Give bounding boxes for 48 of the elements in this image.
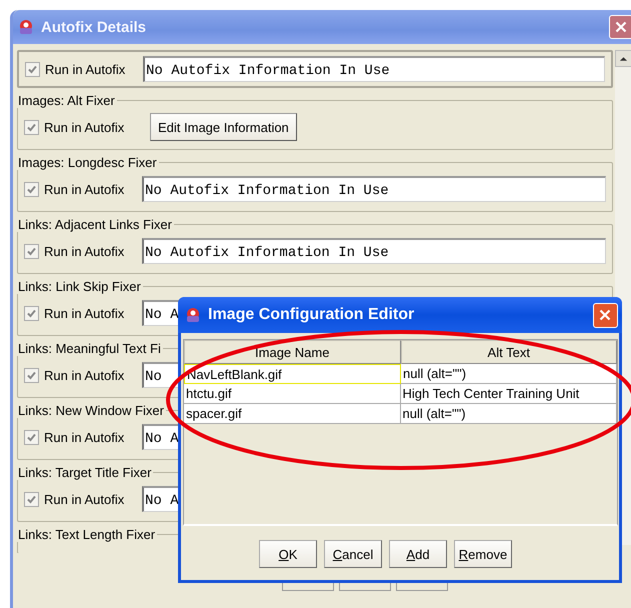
checkbox-label[interactable]: Run in Autofix <box>44 430 142 444</box>
checkbox-label[interactable]: Run in Autofix <box>44 492 142 506</box>
group-legend: Links: Adjacent Links Fixer <box>17 217 174 232</box>
window-title: Autofix Details <box>41 18 146 36</box>
checkbox[interactable] <box>24 430 39 444</box>
column-header[interactable]: Image Name <box>184 340 400 364</box>
group-legend: Links: New Window Fixer <box>17 403 166 418</box>
table-cell[interactable]: null (alt="") <box>400 404 617 424</box>
checkbox-label[interactable]: Run in Autofix <box>44 306 142 320</box>
group-legend: Images: Alt Fixer <box>17 93 117 108</box>
group-legend: Links: Target Title Fixer <box>17 465 154 480</box>
close-button[interactable] <box>609 15 631 39</box>
group-legend: Links: Text Length Fixer <box>17 527 158 542</box>
info-field[interactable]: No Autofix Information In Use <box>143 56 605 82</box>
app-icon <box>17 18 35 36</box>
checkbox-label[interactable]: Run in Autofix <box>44 244 142 258</box>
checkbox[interactable] <box>24 120 39 134</box>
arrow-up-icon <box>619 56 628 62</box>
table-cell[interactable]: htctu.gif <box>184 384 400 404</box>
scroll-up-button[interactable] <box>615 50 631 67</box>
checkbox[interactable] <box>24 306 39 320</box>
checkbox[interactable] <box>24 492 39 506</box>
info-field[interactable]: No Autofix Information In Use <box>142 238 606 264</box>
checkbox[interactable] <box>24 368 39 382</box>
dialog-button[interactable]: Cancel <box>324 540 382 568</box>
table-cell[interactable]: spacer.gif <box>184 404 400 424</box>
dialog-button[interactable]: OK <box>259 540 317 568</box>
checkbox[interactable] <box>25 62 40 76</box>
info-field[interactable]: No Autofix Information In Use <box>142 176 606 202</box>
table-cell[interactable]: High Tech Center Training Unit <box>400 384 617 404</box>
close-button[interactable] <box>593 302 618 328</box>
checkbox-label[interactable]: Run in Autofix <box>44 120 142 134</box>
dialog-button[interactable]: Remove <box>454 540 512 568</box>
checkbox-label[interactable]: Run in Autofix <box>44 368 142 382</box>
dialog-title: Image Configuration Editor <box>208 306 414 324</box>
checkbox-label[interactable]: Run in Autofix <box>45 62 143 76</box>
table-cell[interactable]: null (alt="") <box>401 364 617 384</box>
edit-image-button[interactable]: Edit Image Information <box>150 113 297 141</box>
group-legend: Images: Longdesc Fixer <box>17 155 159 170</box>
table-cell[interactable]: NavLeftBlank.gif <box>184 364 401 384</box>
checkbox[interactable] <box>24 182 39 196</box>
checkbox-label[interactable]: Run in Autofix <box>44 182 142 196</box>
dialog-button[interactable]: Add <box>389 540 447 568</box>
column-header[interactable]: Alt Text <box>400 340 617 364</box>
group-legend: Links: Meaningful Text Fi <box>17 341 163 356</box>
checkbox[interactable] <box>24 244 39 258</box>
group-legend: Links: Link Skip Fixer <box>17 279 143 294</box>
app-icon <box>184 306 202 324</box>
